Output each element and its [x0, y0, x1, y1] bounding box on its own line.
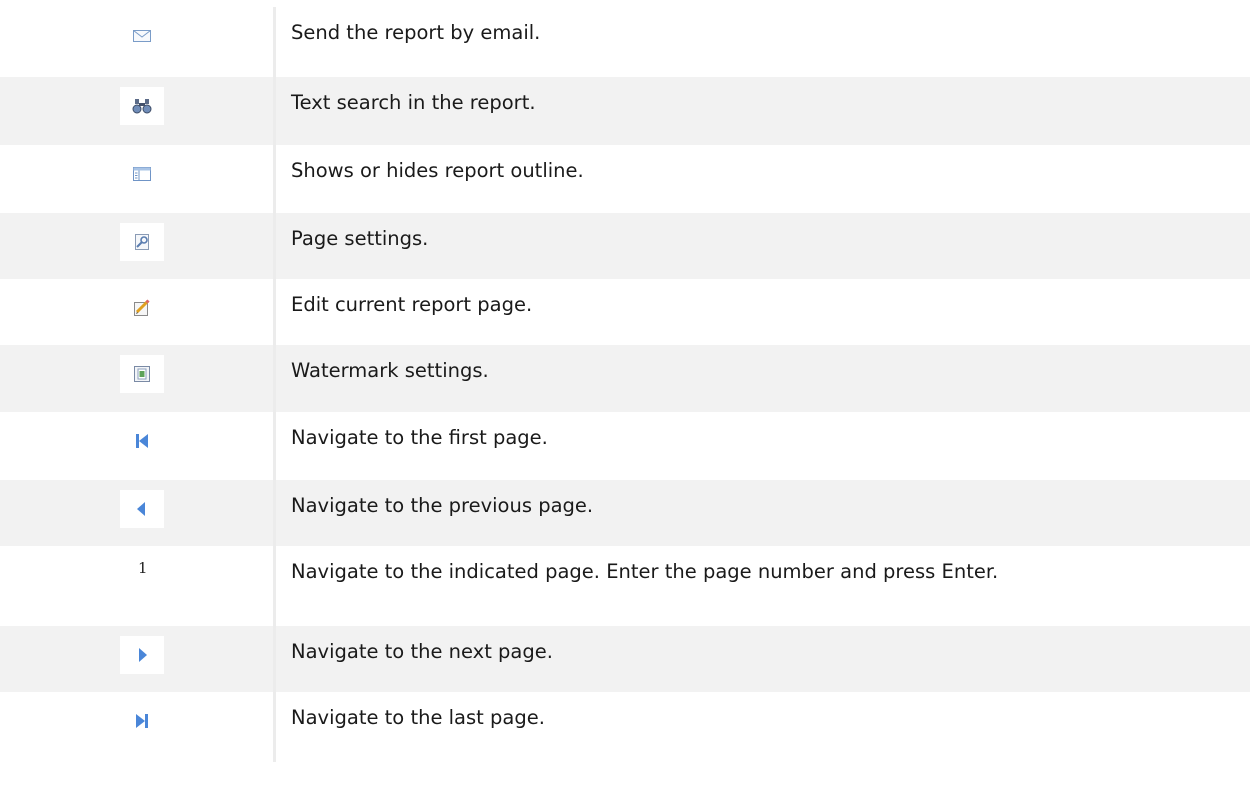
last-page-icon	[120, 702, 164, 740]
icon-cell	[0, 7, 276, 77]
icon-cell	[0, 213, 276, 279]
table-row: Navigate to the last page.	[0, 692, 1250, 762]
icon-cell	[0, 692, 276, 762]
next-page-icon	[120, 636, 164, 674]
table-row: Page settings.	[0, 213, 1250, 279]
table-row: Navigate to the first page.	[0, 412, 1250, 480]
icon-cell	[0, 480, 276, 546]
description-cell: Watermark settings.	[291, 359, 489, 382]
table-row: Watermark settings.	[0, 345, 1250, 412]
icon-cell	[0, 412, 276, 480]
icon-cell	[0, 279, 276, 345]
icon-cell	[0, 77, 276, 145]
first-page-icon	[120, 422, 164, 460]
description-cell: Page settings.	[291, 227, 429, 250]
description-cell: Text search in the report.	[291, 91, 536, 114]
watermark-icon	[120, 355, 164, 393]
description-cell: Send the report by email.	[291, 21, 541, 44]
envelope-icon	[120, 17, 164, 55]
table-row: 1 Navigate to the indicated page. Enter …	[0, 546, 1250, 626]
table-row: Text search in the report.	[0, 77, 1250, 145]
description-cell: Navigate to the indicated page. Enter th…	[291, 560, 999, 583]
table-row: Edit current report page.	[0, 279, 1250, 345]
page-number-field: 1	[130, 558, 156, 578]
page-settings-icon	[120, 223, 164, 261]
description-cell: Navigate to the last page.	[291, 706, 545, 729]
description-cell: Navigate to the first page.	[291, 426, 548, 449]
previous-page-icon	[120, 490, 164, 528]
icon-cell	[0, 626, 276, 692]
toolbar-description-table: Send the report by email. Text search in…	[0, 7, 1250, 762]
table-row: Send the report by email.	[0, 7, 1250, 77]
outline-panel-icon	[120, 155, 164, 193]
table-row: Navigate to the next page.	[0, 626, 1250, 692]
description-cell: Navigate to the previous page.	[291, 494, 594, 517]
description-cell: Shows or hides report outline.	[291, 159, 584, 182]
binoculars-icon	[120, 87, 164, 125]
edit-page-icon	[120, 289, 164, 327]
description-cell: Edit current report page.	[291, 293, 533, 316]
description-cell: Navigate to the next page.	[291, 640, 553, 663]
icon-cell	[0, 145, 276, 213]
icon-cell	[0, 345, 276, 412]
table-row: Navigate to the previous page.	[0, 480, 1250, 546]
icon-cell: 1	[0, 546, 276, 626]
table-row: Shows or hides report outline.	[0, 145, 1250, 213]
